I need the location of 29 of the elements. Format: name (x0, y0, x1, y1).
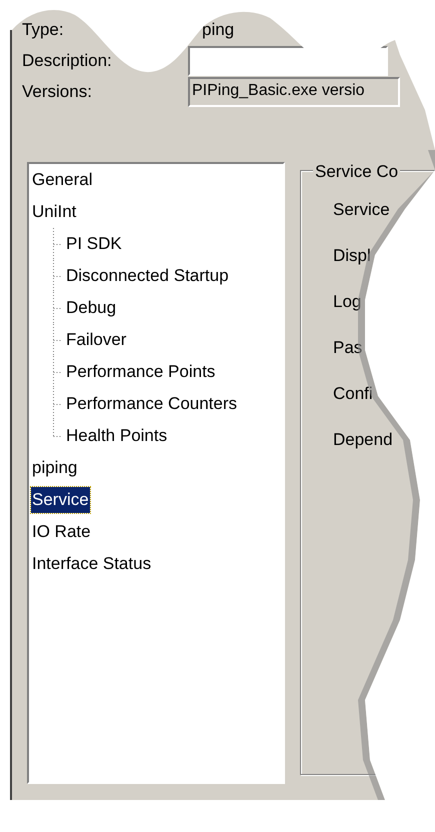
tree-connector-line (53, 324, 62, 356)
field-label: Versions: (21, 81, 93, 104)
tree-item[interactable]: General (31, 167, 94, 193)
field-label: Type: (21, 19, 65, 42)
versions-field[interactable]: PIPing_Basic.exe versio (188, 77, 400, 107)
setting-label: Log (333, 291, 362, 313)
tree-item[interactable]: Health Points (65, 423, 168, 449)
tree-item[interactable]: UniInt (31, 199, 78, 225)
setting-label: Confi (333, 383, 374, 405)
type-value: ping (201, 19, 234, 42)
tree-item[interactable]: Service (31, 487, 90, 513)
tree-item[interactable]: Performance Points (65, 359, 216, 385)
tree-item[interactable]: Performance Counters (65, 391, 238, 417)
field-label: Description: (21, 50, 113, 72)
setting-label: Displ (333, 245, 372, 267)
tree-connector-line (53, 356, 62, 388)
setting-label: Service (333, 199, 391, 221)
tree-item[interactable]: Debug (65, 295, 118, 321)
tree-connector-line (53, 292, 62, 324)
tree-connector-line (53, 260, 62, 292)
tree-item[interactable]: piping (31, 455, 78, 481)
tree-item[interactable]: Interface Status (31, 551, 152, 577)
tree-item[interactable]: IO Rate (31, 519, 92, 545)
tree-connector-line (53, 228, 62, 260)
setting-label: Pas (333, 337, 364, 359)
tree-item[interactable]: Failover (65, 327, 128, 353)
tree-item[interactable]: PI SDK (65, 231, 123, 257)
tree-item[interactable]: Disconnected Startup (65, 263, 230, 289)
setting-label: Depend (333, 429, 394, 451)
